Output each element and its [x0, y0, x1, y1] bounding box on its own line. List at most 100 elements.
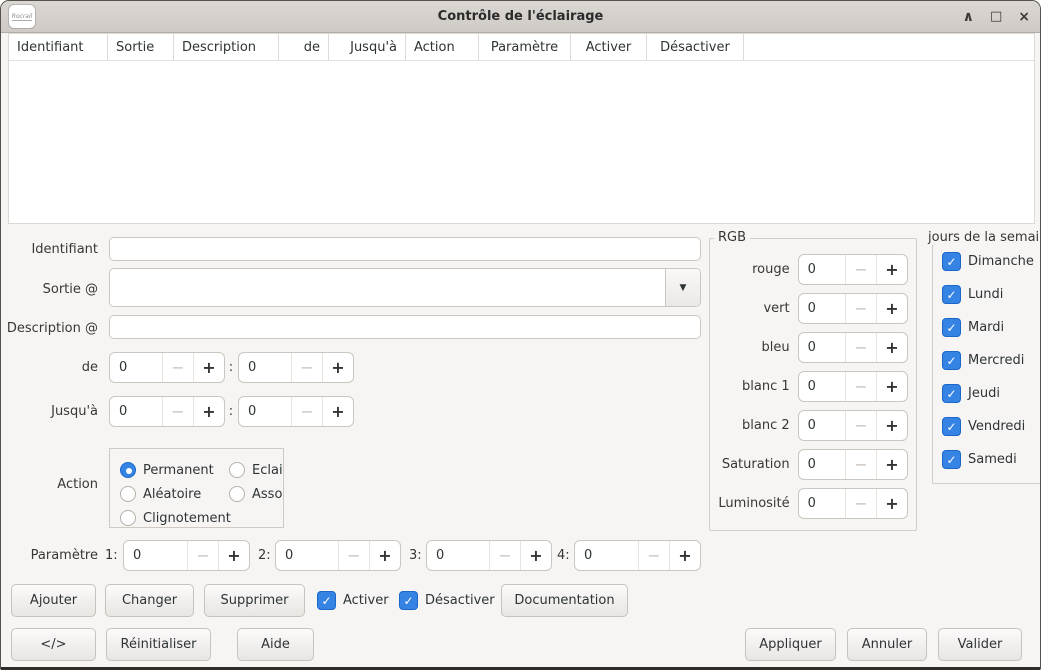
column-header-de[interactable]: de	[279, 34, 329, 60]
param1-value[interactable]: 0	[124, 541, 187, 570]
saturation-spinbutton[interactable]: 0 − +	[798, 449, 908, 480]
checkbox-activer[interactable]: ✓ Activer	[317, 591, 389, 610]
checkbox-vendredi[interactable]: ✓ Vendredi	[942, 417, 1025, 436]
close-icon[interactable]: ×	[1018, 10, 1030, 24]
plus-button[interactable]: +	[876, 372, 907, 401]
plus-button[interactable]: +	[322, 353, 353, 382]
plus-button[interactable]: +	[876, 294, 907, 323]
column-header-jusqua[interactable]: Jusqu'à	[329, 34, 406, 60]
annuler-button[interactable]: Annuler	[847, 628, 927, 661]
param3-spinbutton[interactable]: 0 − +	[426, 540, 552, 571]
sortie-combobox[interactable]: ▼	[109, 268, 701, 307]
saturation-value[interactable]: 0	[799, 450, 845, 479]
minus-button[interactable]: −	[845, 372, 876, 401]
reinitialiser-button[interactable]: Réinitialiser	[106, 628, 211, 661]
checked-checkbox-icon[interactable]: ✓	[942, 285, 961, 304]
sortie-selected-value[interactable]	[110, 269, 665, 306]
plus-button[interactable]: +	[520, 541, 551, 570]
de-hour-value[interactable]: 0	[110, 353, 162, 382]
plus-button[interactable]: +	[876, 333, 907, 362]
blanc1-value[interactable]: 0	[799, 372, 845, 401]
code-button[interactable]: </>	[11, 628, 96, 661]
radio-icon[interactable]	[229, 486, 245, 502]
column-header-activer[interactable]: Activer	[571, 34, 647, 60]
de-hour-spinbutton[interactable]: 0 − +	[109, 352, 225, 383]
minus-button[interactable]: −	[845, 489, 876, 518]
blanc2-spinbutton[interactable]: 0 − +	[798, 410, 908, 441]
plus-button[interactable]: +	[876, 255, 907, 284]
checked-checkbox-icon[interactable]: ✓	[317, 591, 336, 610]
luminosite-value[interactable]: 0	[799, 489, 845, 518]
checkbox-jeudi[interactable]: ✓ Jeudi	[942, 384, 1000, 403]
column-header-action[interactable]: Action	[406, 34, 479, 60]
documentation-button[interactable]: Documentation	[501, 584, 628, 617]
column-header-sortie[interactable]: Sortie	[108, 34, 174, 60]
minimize-icon[interactable]: ∧	[963, 10, 974, 24]
checked-checkbox-icon[interactable]: ✓	[942, 318, 961, 337]
radio-option-permanent[interactable]: Permanent	[120, 462, 214, 478]
appliquer-button[interactable]: Appliquer	[745, 628, 836, 661]
blanc2-value[interactable]: 0	[799, 411, 845, 440]
column-header-desactiver[interactable]: Désactiver	[647, 34, 744, 60]
checked-checkbox-icon[interactable]: ✓	[942, 252, 961, 271]
minus-button[interactable]: −	[187, 541, 218, 570]
checkbox-lundi[interactable]: ✓ Lundi	[942, 285, 1003, 304]
param1-spinbutton[interactable]: 0 − +	[123, 540, 250, 571]
radio-icon[interactable]	[120, 486, 136, 502]
jusqua-minute-value[interactable]: 0	[239, 397, 291, 426]
param4-spinbutton[interactable]: 0 − +	[574, 540, 701, 571]
minus-button[interactable]: −	[845, 255, 876, 284]
plus-button[interactable]: +	[193, 397, 224, 426]
luminosite-spinbutton[interactable]: 0 − +	[798, 488, 908, 519]
valider-button[interactable]: Valider	[938, 628, 1022, 661]
maximize-icon[interactable]: □	[990, 10, 1002, 23]
checkbox-samedi[interactable]: ✓ Samedi	[942, 450, 1017, 469]
plus-button[interactable]: +	[369, 541, 400, 570]
minus-button[interactable]: −	[162, 353, 193, 382]
radio-icon[interactable]	[229, 462, 245, 478]
vert-value[interactable]: 0	[799, 294, 845, 323]
minus-button[interactable]: −	[845, 411, 876, 440]
blanc1-spinbutton[interactable]: 0 − +	[798, 371, 908, 402]
minus-button[interactable]: −	[162, 397, 193, 426]
description-input[interactable]	[109, 315, 701, 339]
checked-checkbox-icon[interactable]: ✓	[942, 384, 961, 403]
radio-option-clignotement[interactable]: Clignotement	[120, 510, 231, 526]
plus-button[interactable]: +	[322, 397, 353, 426]
rouge-spinbutton[interactable]: 0 − +	[798, 254, 908, 285]
plus-button[interactable]: +	[193, 353, 224, 382]
column-header-parametre[interactable]: Paramètre	[479, 34, 571, 60]
radio-option-eclaircir[interactable]: Eclaircir	[229, 462, 284, 478]
minus-button[interactable]: −	[291, 353, 322, 382]
de-minute-value[interactable]: 0	[239, 353, 291, 382]
minus-button[interactable]: −	[845, 333, 876, 362]
radio-selected-icon[interactable]	[120, 462, 136, 478]
checked-checkbox-icon[interactable]: ✓	[942, 450, 961, 469]
checked-checkbox-icon[interactable]: ✓	[399, 591, 418, 610]
plus-button[interactable]: +	[218, 541, 249, 570]
supprimer-button[interactable]: Supprimer	[204, 584, 305, 617]
ajouter-button[interactable]: Ajouter	[11, 584, 96, 617]
jusqua-hour-spinbutton[interactable]: 0 − +	[109, 396, 225, 427]
column-header-identifiant[interactable]: Identifiant	[9, 34, 108, 60]
plus-button[interactable]: +	[876, 411, 907, 440]
changer-button[interactable]: Changer	[105, 584, 194, 617]
radio-option-assombrir[interactable]: Assombrir	[229, 486, 284, 502]
rouge-value[interactable]: 0	[799, 255, 845, 284]
checked-checkbox-icon[interactable]: ✓	[942, 417, 961, 436]
param4-value[interactable]: 0	[575, 541, 638, 570]
bleu-spinbutton[interactable]: 0 − +	[798, 332, 908, 363]
minus-button[interactable]: −	[338, 541, 369, 570]
radio-option-aleatoire[interactable]: Aléatoire	[120, 486, 201, 502]
de-minute-spinbutton[interactable]: 0 − +	[238, 352, 354, 383]
param3-value[interactable]: 0	[427, 541, 489, 570]
column-header-description[interactable]: Description	[174, 34, 279, 60]
minus-button[interactable]: −	[845, 450, 876, 479]
checkbox-mercredi[interactable]: ✓ Mercredi	[942, 351, 1024, 370]
minus-button[interactable]: −	[489, 541, 520, 570]
bleu-value[interactable]: 0	[799, 333, 845, 362]
checked-checkbox-icon[interactable]: ✓	[942, 351, 961, 370]
jusqua-minute-spinbutton[interactable]: 0 − +	[238, 396, 354, 427]
param2-value[interactable]: 0	[276, 541, 338, 570]
minus-button[interactable]: −	[845, 294, 876, 323]
